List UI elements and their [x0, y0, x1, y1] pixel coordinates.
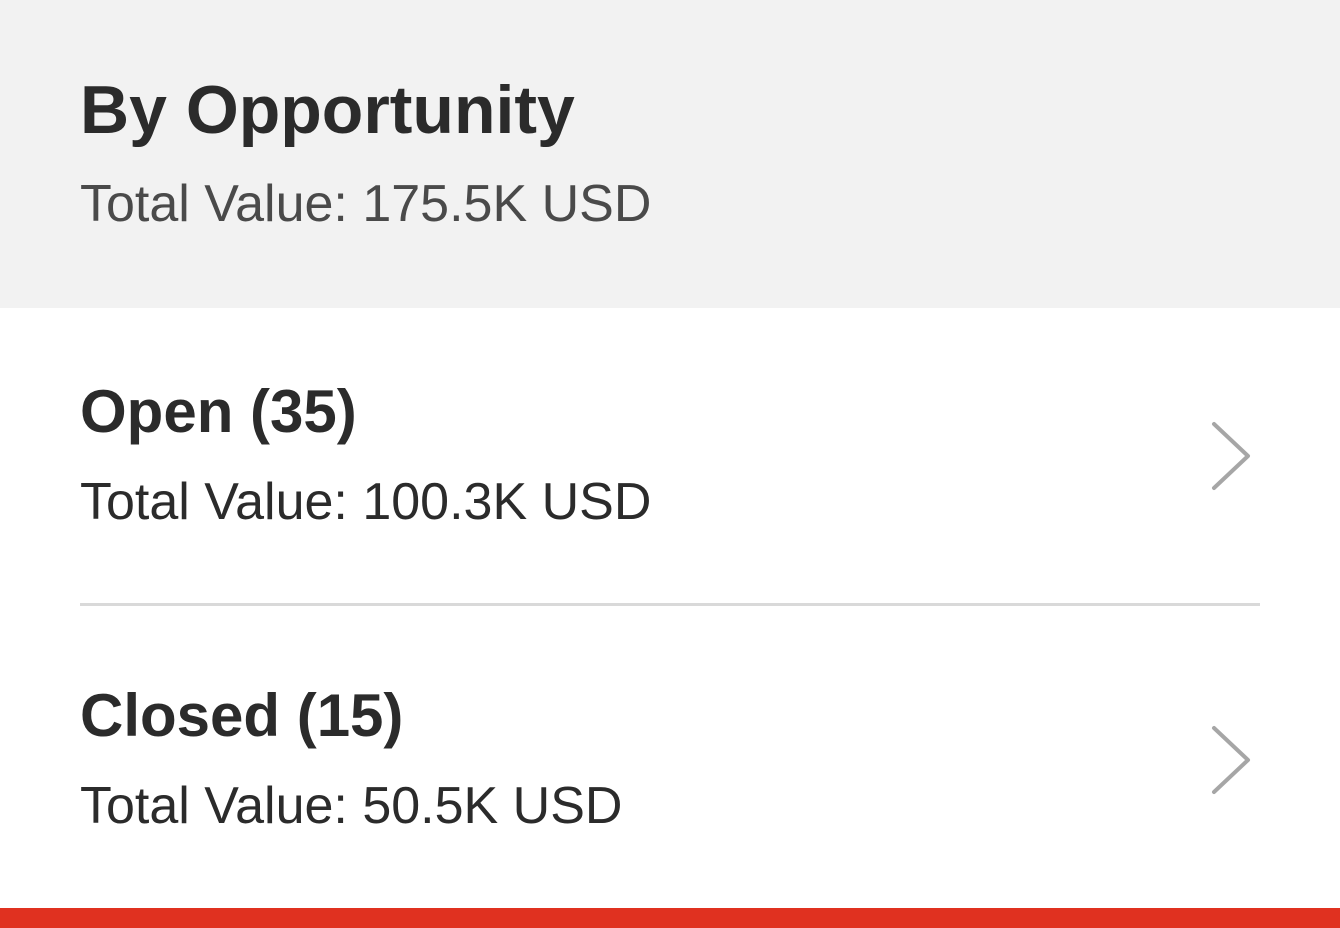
list-item-total-value: Total Value: 100.3K USD: [80, 473, 652, 531]
list-item-title: Closed (15): [80, 682, 404, 749]
card-header: By Opportunity Total Value: 175.5K USD: [0, 0, 1340, 308]
list-item-open[interactable]: Open (35) Total Value: 100.3K USD: [0, 308, 1340, 604]
card-title: By Opportunity: [80, 72, 575, 148]
list-item-closed[interactable]: Closed (15) Total Value: 50.5K USD: [0, 612, 1340, 908]
opportunity-summary-card: By Opportunity Total Value: 175.5K USD O…: [0, 0, 1340, 928]
row-divider: [80, 603, 1260, 606]
list-item-title: Open (35): [80, 378, 357, 445]
chevron-right-icon: [1212, 726, 1250, 794]
list-item-total-value: Total Value: 50.5K USD: [80, 777, 623, 835]
total-value-label: Total Value: 175.5K USD: [80, 175, 652, 233]
chevron-right-icon: [1212, 422, 1250, 490]
accent-bar: [0, 908, 1340, 928]
